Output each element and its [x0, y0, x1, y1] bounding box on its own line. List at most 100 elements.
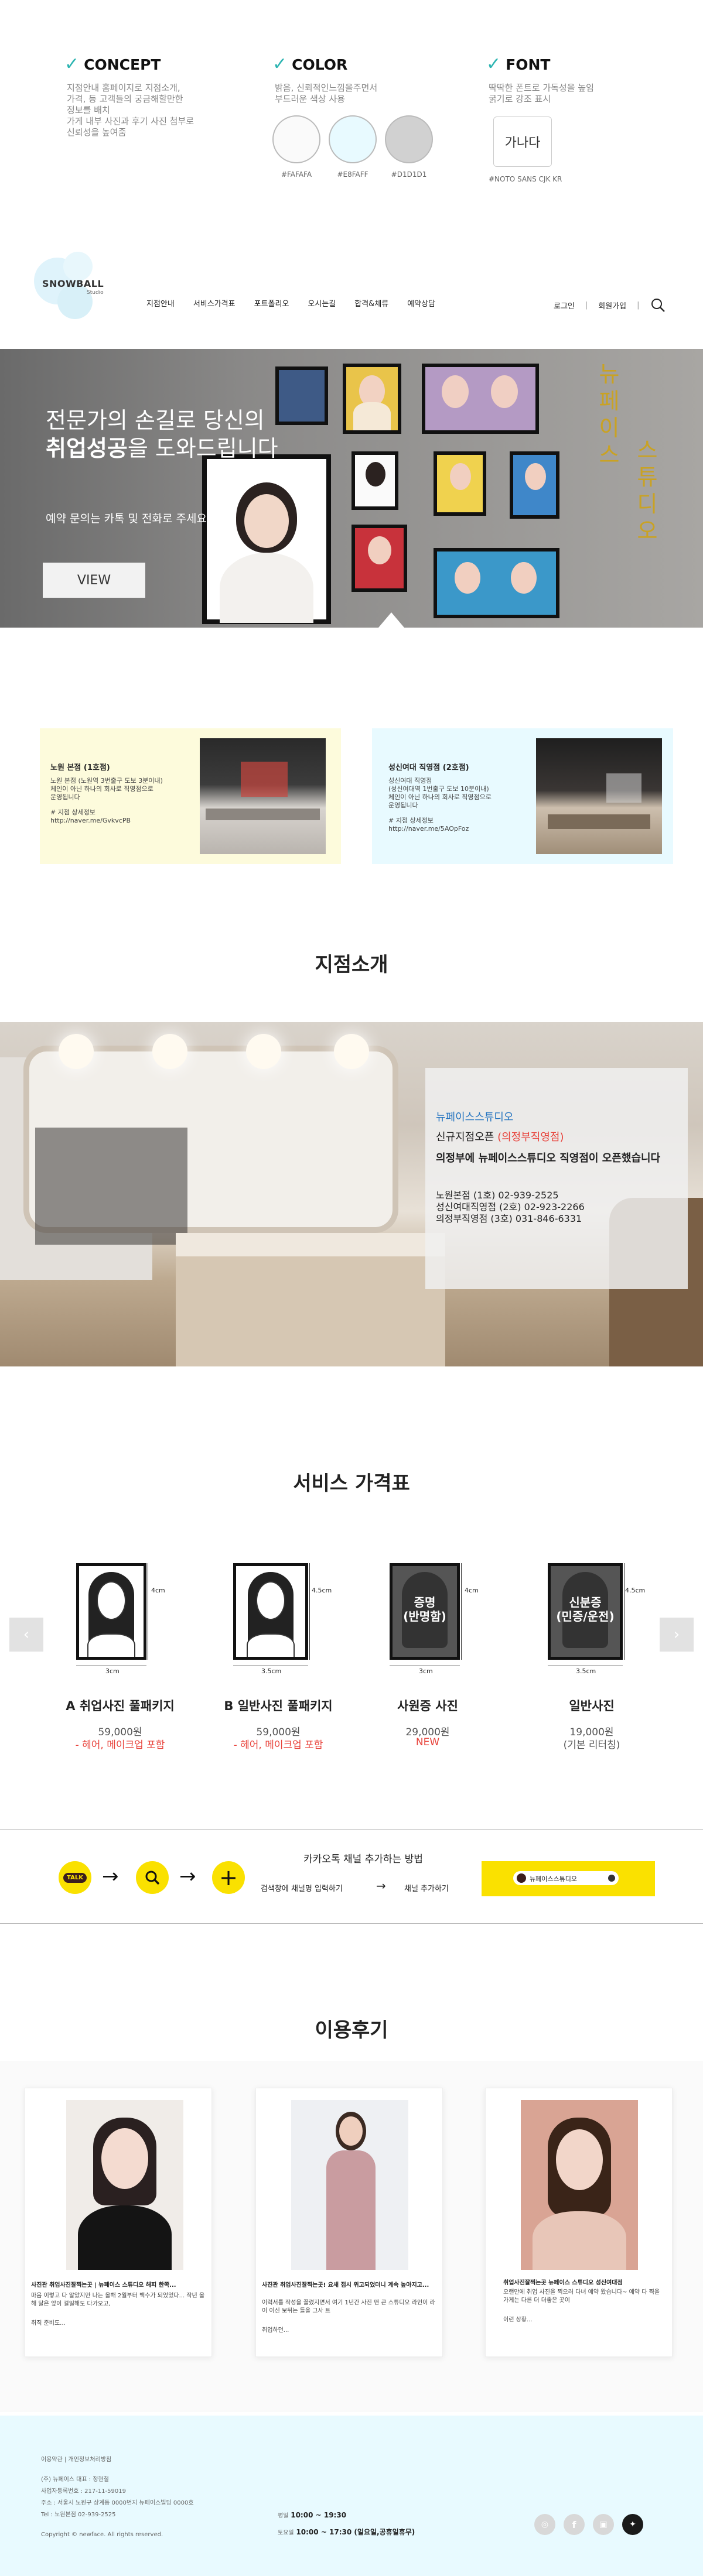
footer-links[interactable]: 이용약관 | 개인정보처리방침: [41, 2454, 111, 2466]
price-card-name: 일반사진: [569, 1699, 615, 1713]
branch-card-nowon[interactable]: 노원 본점 (1호점) 노원 본점 (노원역 3번출구 도보 3분이내) 체인이…: [40, 728, 341, 864]
nav-item-branch[interactable]: 지점안내: [146, 297, 175, 309]
twitter-icon[interactable]: ✦: [622, 2514, 643, 2535]
review-title: 사진관 취업사진잘찍는곳 | 뉴페이스 스튜디오 해피 한쪽...: [31, 2282, 176, 2289]
size-height: 4.5cm: [312, 1587, 332, 1594]
font-title: FONT: [506, 56, 551, 73]
review-photo: [291, 2100, 408, 2270]
footer-tel: Tel : 노원본점 02-939-2525: [41, 2512, 116, 2518]
logo[interactable]: SNOWBALL Studio: [34, 249, 104, 319]
nav-item-directions[interactable]: 오시는길: [308, 297, 336, 309]
main-nav: 지점안내 서비스가격표 포트폴리오 오시는길 합격&체류 예약상담: [146, 297, 435, 309]
review-photo: [66, 2100, 183, 2270]
intro-phone: 성신여대직영점 (2호) 02-923-2266: [436, 1201, 585, 1212]
blog-icon[interactable]: ▣: [593, 2514, 614, 2535]
intro-phone: 노원본점 (1호) 02-939-2525: [436, 1190, 559, 1201]
photo-frame: [352, 525, 407, 592]
kakao-title: 카카오톡 채널 추가하는 방법: [303, 1854, 423, 1865]
price-card-name: 사원증 사진: [397, 1699, 458, 1713]
intro-new-highlight: (의정부직영점): [497, 1131, 564, 1143]
intro-banner: 뉴페이스스튜디오 신규지점오픈 (의정부직영점) 의정부에 뉴페이스스튜디오 직…: [0, 1022, 703, 1366]
kakao-search-text: 뉴페이스스튜디오: [530, 1875, 577, 1883]
review-text: 마음 이렇고 다 알았지만 나는 올해 2월부터 백수가 되었었다... 작년 …: [31, 2293, 205, 2307]
branch-card-sungshin[interactable]: 성신여대 직영점 (2호점) 성신여대 직영점 (성신여대역 1번출구 도보 1…: [372, 728, 673, 864]
arrow-icon: →: [376, 1879, 386, 1893]
size-height: 4cm: [465, 1587, 479, 1594]
hero-vertical-right: 스튜디오: [637, 437, 658, 544]
footer-address: 주소 : 서울시 노원구 상계동 0000번지 뉴페이스빌딩 0000호: [41, 2500, 194, 2506]
review-card[interactable]: 사진관 취업사진잘찍는곳! 요새 접시 위고되었더니 계속 높아지고... 이력…: [255, 2088, 443, 2357]
review-card[interactable]: 사진관 취업사진잘찍는곳 | 뉴페이스 스튜디오 해피 한쪽... 마음 이렇고…: [25, 2088, 212, 2357]
price-card-name: A 취업사진 풀패키지: [66, 1699, 175, 1713]
photo-frame: [434, 451, 486, 516]
font-line: 딱딱한 폰트로 가독성을 높임: [489, 83, 594, 93]
swatch-label: #D1D1D1: [391, 170, 427, 179]
hero-sub: 예약 문의는 카톡 및 전화로 주세요: [46, 512, 207, 525]
header: SNOWBALL Studio 지점안내 서비스가격표 포트폴리오 오시는길 합…: [0, 234, 703, 349]
swatch-fafafa: [272, 115, 320, 163]
hero-vertical-left: 뉴페이스: [599, 361, 620, 468]
branch-line: 체인이 아닌 하나의 회사로 직영점으로: [388, 793, 492, 801]
nav-item-reservation[interactable]: 예약상담: [407, 297, 435, 309]
nav-item-portfolio[interactable]: 포트폴리오: [254, 297, 289, 309]
nav-item-pricing[interactable]: 서비스가격표: [193, 297, 236, 309]
price-card-name: B 일반사진 풀패키지: [224, 1699, 333, 1713]
nav-item-success[interactable]: 합격&체류: [354, 297, 388, 309]
logo-text: SNOWBALL: [42, 278, 104, 289]
view-button[interactable]: VIEW: [43, 563, 145, 598]
concept-line: 신뢰성을 높여줌: [67, 127, 127, 138]
branch-line: 운영됩니다: [50, 793, 80, 801]
review-title: 취업사진잘찍는곳 뉴페이스 스튜디오 성신여대점: [503, 2280, 623, 2286]
price-card-c[interactable]: 증명 (반명함) 4cm 3cm 사원증 사진 29,000원 NEW: [366, 1557, 489, 1762]
branch-title: 노원 본점 (1호점): [50, 763, 110, 772]
intro-headline: 의정부에 뉴페이스스튜디오 직영점이 오픈했습니다: [436, 1152, 661, 1164]
branch-line: 노원 본점 (노원역 3번출구 도보 3분이내): [50, 777, 163, 785]
review-card[interactable]: 취업사진잘찍는곳 뉴페이스 스튜디오 성신여대점 오랜만에 취업 사진을 찍으러…: [485, 2088, 673, 2357]
concept-line: 가격, 등 고객들의 궁금해할만한: [67, 94, 183, 104]
branch-photo: [200, 738, 326, 854]
portrait-frame: [202, 454, 331, 624]
branch-line: 성신여대 직영점: [388, 777, 432, 785]
branch-line: 운영됩니다: [388, 801, 418, 809]
check-icon: ✓: [486, 54, 501, 74]
login-link[interactable]: 로그인: [554, 300, 575, 311]
prev-arrow-icon[interactable]: ‹: [9, 1618, 43, 1652]
price-card-d[interactable]: 신분증 (민증/운전) 4.5cm 3.5cm 일반사진 19,000원 (기본…: [530, 1557, 653, 1762]
intro-info-box: 뉴페이스스튜디오 신규지점오픈 (의정부직영점) 의정부에 뉴페이스스튜디오 직…: [425, 1068, 688, 1289]
photo-badge: 신분증 (민증/운전): [556, 1595, 615, 1623]
swatch-label: #FAFAFA: [281, 170, 312, 179]
branch-link[interactable]: http://naver.me/GvkvcPB: [50, 817, 194, 825]
branch-link-label: # 지점 상세정보: [50, 809, 95, 816]
color-title: COLOR: [292, 56, 348, 73]
photo-frame: [422, 364, 539, 434]
signup-link[interactable]: 회원가입: [598, 300, 626, 311]
swatch-e8faff: [329, 115, 377, 163]
price-card-note: NEW: [415, 1736, 440, 1748]
kakao-search-box[interactable]: 뉴페이스스튜디오: [482, 1861, 655, 1896]
hours-value: 10:00 ~ 17:30 (일요일,공휴일휴무): [296, 2528, 415, 2536]
hero-line1: 전문가의 손길로 당신의: [46, 407, 265, 433]
next-arrow-icon[interactable]: ›: [660, 1618, 694, 1652]
price-card-a[interactable]: 4cm 3cm A 취업사진 풀패키지 59,000원 - 헤어, 메이크업 포…: [59, 1557, 182, 1762]
intro-new-prefix: 신규지점오픈: [436, 1131, 494, 1143]
color-line: 밝음, 신뢰적인느낌을주면서: [275, 83, 378, 93]
search-icon[interactable]: [650, 297, 666, 313]
price-card-b[interactable]: 4.5cm 3.5cm B 일반사진 풀패키지 59,000원 - 헤어, 메이…: [217, 1557, 340, 1762]
hero-headline: 전문가의 손길로 당신의 취업성공을 도와드립니다: [46, 406, 278, 463]
branch-link[interactable]: http://naver.me/5AOpFoz: [388, 825, 532, 833]
review-text: 오랜만에 취업 사진을 찍으러 다녀 예약 왔습니다~ 예약 다 찍을 가게는 …: [503, 2289, 660, 2304]
size-width: 3cm: [419, 1667, 433, 1675]
color-block: ✓ COLOR 밝음, 신뢰적인느낌을주면서 부드러운 색상 사용 #FAFAFA…: [272, 56, 448, 179]
instagram-icon[interactable]: ◎: [534, 2514, 555, 2535]
font-line: 굵기로 강조 표시: [489, 94, 551, 104]
font-name: #NOTO SANS CJK KR: [489, 175, 562, 183]
arrow-icon: →: [102, 1865, 119, 1888]
facebook-icon[interactable]: f: [564, 2514, 585, 2535]
review-photo: [521, 2100, 638, 2270]
size-width: 3cm: [105, 1667, 120, 1675]
logo-sub: Studio: [87, 290, 104, 296]
color-line: 부드러운 색상 사용: [275, 94, 345, 104]
hero-bold: 취업성공: [46, 436, 128, 461]
intro-brand: 뉴페이스스튜디오: [436, 1111, 514, 1123]
font-block: ✓ FONT 딱딱한 폰트로 가독성을 높임 굵기로 강조 표시 가나다 #NOT…: [486, 54, 662, 184]
